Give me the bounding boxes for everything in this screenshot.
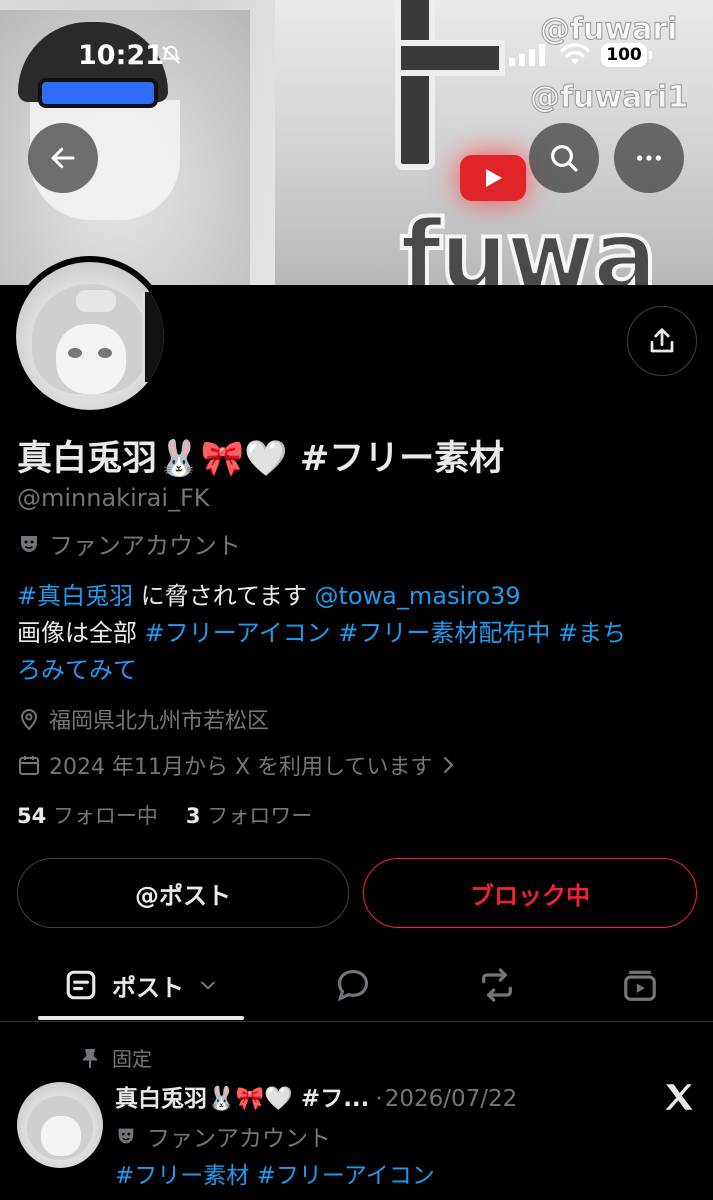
affiliate-label-text: ファンアカウント (49, 532, 241, 560)
followers-label: フォロワー (207, 804, 313, 828)
following-label: フォロー中 (52, 804, 158, 828)
post-text[interactable]: #フリー素材 #フリーアイコン (115, 1156, 435, 1190)
theater-mask-icon (118, 1128, 134, 1144)
joined-text: 2024 年11月から X を利用しています (49, 755, 433, 780)
x-logo-icon[interactable] (662, 1080, 696, 1114)
posts-tab-icon (66, 970, 96, 1000)
mention-post-button[interactable]: @ポスト (17, 858, 349, 928)
affiliate-label[interactable]: ファンアカウント (17, 526, 241, 561)
post-header: 真白兎羽🐰🎀🤍 #フ... · 2026/07/22 (115, 1079, 595, 1113)
followers-link[interactable]: 3 フォロワー (186, 800, 312, 830)
bio-text: に脅されてます (133, 582, 315, 610)
location-text: 福岡県北九州市若松区 (49, 709, 270, 734)
tab-posts[interactable]: ポスト (38, 948, 244, 1022)
tab-media[interactable] (617, 962, 663, 1008)
wifi-icon (560, 43, 590, 64)
repost-icon (482, 968, 512, 1002)
post-author-label-text: ファンアカウント (147, 1126, 331, 1152)
post-author-label: ファンアカウント (115, 1119, 331, 1153)
hashtag-link[interactable]: #フリーアイコン (145, 619, 331, 647)
chevron-down-icon (201, 981, 215, 990)
active-tab-indicator (38, 1016, 244, 1020)
more-button[interactable] (614, 123, 684, 193)
battery-indicator: 100 (601, 43, 652, 67)
profile-handle: @minnakirai_FK (17, 484, 210, 512)
profile-tabs: ポスト (0, 948, 713, 1022)
bell-muted-icon (161, 45, 181, 65)
chevron-right-icon (444, 756, 454, 774)
blocked-button[interactable]: ブロック中 (363, 858, 697, 928)
profile-bio: #真白兎羽 に脅されてます @towa_masiro39 画像は全部 #フリーア… (17, 578, 687, 689)
avatar-image (16, 262, 164, 410)
cellular-signal-icon (509, 44, 545, 66)
post-author-avatar[interactable] (17, 1082, 103, 1168)
pinned-label: 固定 (112, 1047, 152, 1071)
profile-joined-date[interactable]: 2024 年11月から X を利用しています (17, 749, 456, 781)
post-separator: · (375, 1086, 383, 1112)
banner-logo-text: fuwa (398, 198, 660, 285)
status-bar: 10:21 100 (0, 0, 713, 110)
mention-link[interactable]: @towa_masiro39 (314, 582, 520, 610)
reply-bubble-icon (337, 969, 369, 1002)
pin-icon (83, 1048, 97, 1068)
followers-count: 3 (185, 804, 201, 828)
tab-posts-label: ポスト (112, 973, 184, 1002)
hashtag-link[interactable]: ろみてみて (17, 656, 137, 684)
more-icon (637, 155, 661, 161)
status-time: 10:21 (78, 40, 164, 71)
calendar-icon (19, 756, 39, 775)
back-arrow-icon (51, 147, 75, 169)
back-button[interactable] (28, 123, 98, 193)
post-date[interactable]: 2026/07/22 (385, 1086, 518, 1112)
share-icon (650, 328, 674, 353)
tab-replies[interactable] (330, 962, 376, 1008)
follow-stats: 54 フォロー中 3 フォロワー (17, 800, 312, 830)
youtube-logo-icon (460, 155, 526, 201)
share-button[interactable] (627, 306, 697, 376)
bio-text: 画像は全部 (17, 619, 145, 647)
profile-display-name: 真白兎羽🐰🎀🤍 #フリー素材 (17, 439, 505, 479)
tab-reposts[interactable] (474, 962, 520, 1008)
theater-mask-icon (21, 535, 37, 552)
search-icon (551, 145, 578, 172)
hashtag-link[interactable]: #まち (558, 619, 626, 647)
media-video-icon (624, 970, 656, 1001)
hashtag-link[interactable]: #真白兎羽 (17, 582, 133, 610)
profile-avatar[interactable] (10, 256, 170, 416)
location-pin-icon (20, 709, 38, 731)
pinned-indicator: 固定 (80, 1043, 152, 1072)
profile-location: 福岡県北九州市若松区 (17, 703, 269, 735)
following-count: 54 (17, 804, 47, 828)
post-author-name[interactable]: 真白兎羽🐰🎀🤍 #フ... (115, 1079, 369, 1113)
search-button[interactable] (529, 123, 599, 193)
hashtag-link[interactable]: #フリー素材配布中 (338, 619, 550, 647)
following-link[interactable]: 54 フォロー中 (17, 800, 158, 830)
